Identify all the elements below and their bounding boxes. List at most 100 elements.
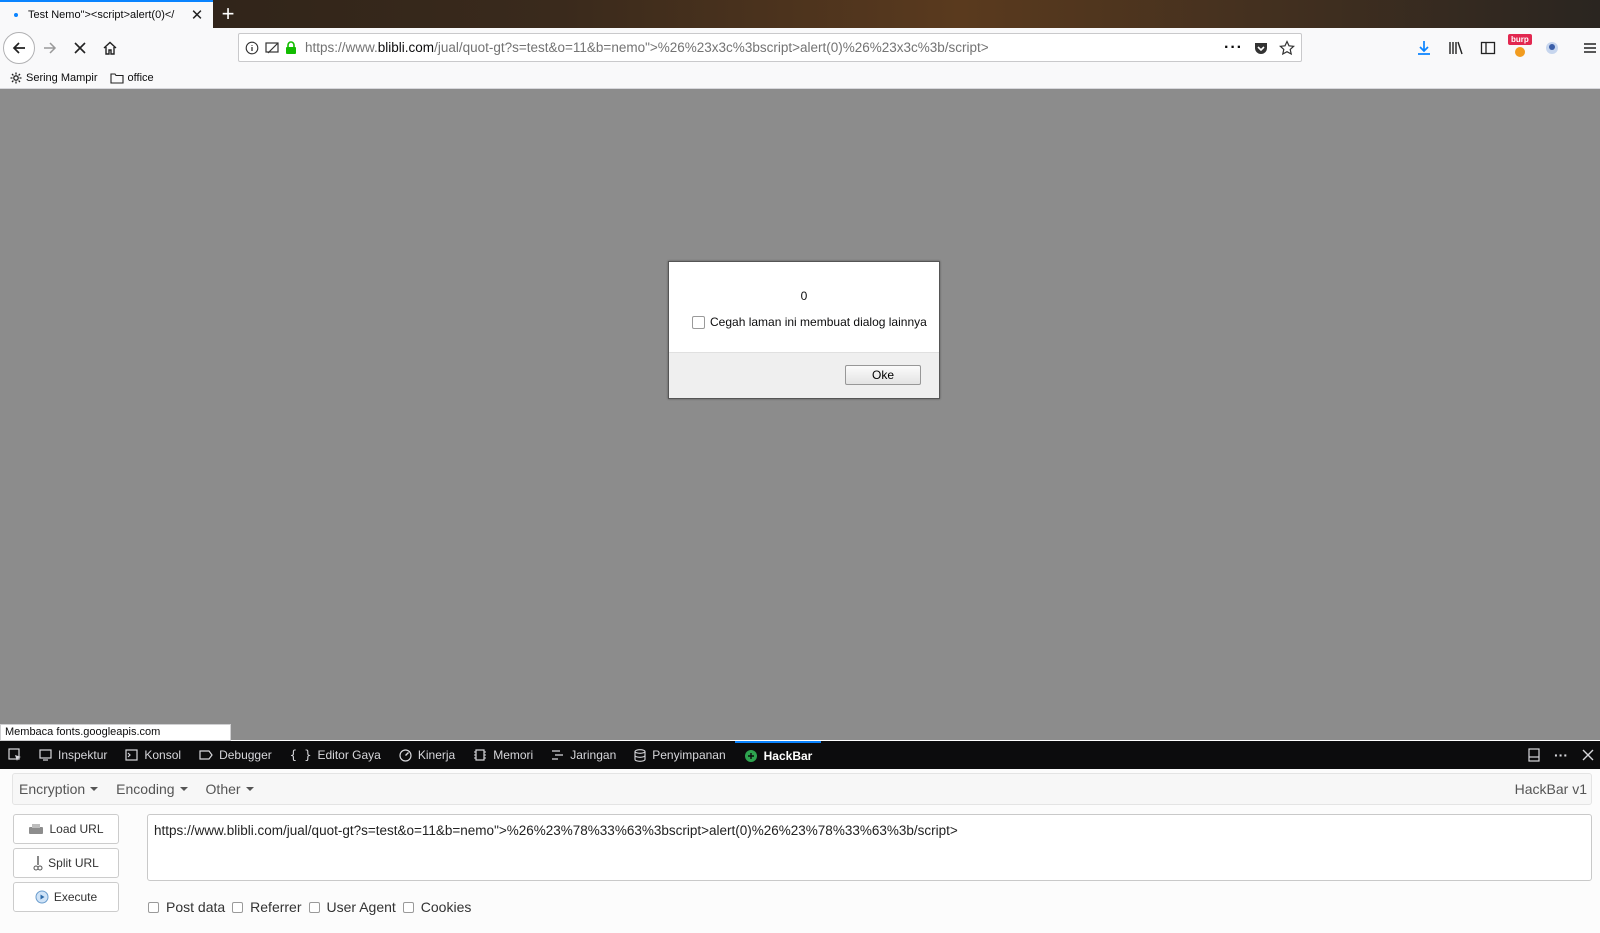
hamburger-menu-icon — [1584, 43, 1596, 53]
info-icon[interactable] — [245, 41, 259, 55]
navigation-toolbar: https://www.blibli.com/jual/quot-gt?s=te… — [0, 28, 1600, 68]
download-icon — [1418, 41, 1430, 55]
ok-button[interactable]: Oke — [845, 365, 921, 385]
tab-label: Konsol — [144, 748, 182, 762]
execute-button[interactable]: Execute — [13, 882, 119, 912]
tab-strip: Test Nemo"><script>alert(0)</ ✕ + — [0, 0, 1600, 28]
url-text[interactable]: https://www.blibli.com/jual/quot-gt?s=te… — [305, 40, 1224, 55]
encoding-menu[interactable]: Encoding — [116, 781, 188, 797]
storage-icon — [634, 748, 646, 762]
element-picker-icon — [8, 748, 21, 761]
hackbar-panel: Encryption Encoding Other HackBar v1 Loa… — [0, 769, 1600, 933]
tab-label: Jaringan — [570, 748, 617, 762]
home-button[interactable] — [95, 33, 125, 63]
stop-button[interactable] — [65, 33, 95, 63]
encryption-menu[interactable]: Encryption — [19, 781, 99, 797]
sidebar-button[interactable] — [1474, 34, 1502, 62]
user-agent-checkbox[interactable] — [308, 901, 320, 913]
burp-badge: burp — [1508, 34, 1532, 45]
tab-label: Memori — [493, 748, 534, 762]
tab-label: HackBar — [763, 749, 813, 763]
alert-message: 0 — [800, 289, 808, 303]
forward-arrow-icon — [44, 42, 57, 54]
menu-label: Encoding — [116, 781, 175, 797]
option-label: Referrer — [250, 899, 302, 915]
user-agent-option[interactable]: User Agent — [308, 899, 396, 915]
extension-button[interactable] — [1538, 34, 1566, 62]
page-content-overlay: 0 Cegah laman ini membuat dialog lainnya… — [0, 89, 1600, 740]
burp-icon — [1515, 47, 1525, 57]
element-picker-button[interactable] — [0, 748, 30, 762]
forward-button[interactable] — [35, 33, 65, 63]
hackbar-options: Post data Referrer User Agent Cookies — [148, 899, 478, 915]
prevent-dialogs-option[interactable]: Cegah laman ini membuat dialog lainnya — [692, 315, 939, 329]
play-icon — [35, 890, 49, 904]
button-label: Execute — [53, 890, 98, 904]
back-button[interactable] — [3, 32, 35, 64]
lock-icon[interactable] — [285, 40, 297, 55]
back-arrow-icon — [12, 42, 25, 54]
option-label: Cookies — [420, 899, 472, 915]
tab-style-editor[interactable]: { } Editor Gaya — [281, 741, 390, 769]
tab-debugger[interactable]: Debugger — [190, 741, 281, 769]
pocket-icon[interactable] — [1253, 41, 1269, 55]
devtools-more-icon[interactable]: ··· — [1554, 747, 1568, 763]
post-data-option[interactable]: Post data — [148, 899, 225, 915]
alert-footer: Oke — [669, 352, 939, 398]
tab-label: Inspektur — [58, 748, 108, 762]
url-prefix: https://www. — [305, 40, 378, 55]
downloads-button[interactable] — [1410, 34, 1438, 62]
bookmark-folder-office[interactable]: office — [109, 72, 154, 84]
performance-icon — [399, 748, 412, 762]
caret-down-icon — [179, 787, 188, 791]
permissions-icon[interactable] — [265, 41, 281, 55]
tab-network[interactable]: Jaringan — [542, 741, 625, 769]
tab-storage[interactable]: Penyimpanan — [625, 741, 734, 769]
menu-label: Encryption — [19, 781, 86, 797]
prevent-dialogs-label: Cegah laman ini membuat dialog lainnya — [710, 315, 927, 329]
burp-extension-button[interactable]: burp — [1506, 34, 1534, 62]
bookmarks-toolbar: Sering Mampir office — [0, 68, 1600, 89]
scissors-icon — [33, 856, 43, 871]
tab-active[interactable]: Test Nemo"><script>alert(0)</ ✕ — [0, 0, 213, 28]
close-devtools-icon[interactable] — [1582, 749, 1594, 761]
tab-performance[interactable]: Kinerja — [390, 741, 464, 769]
tab-memory[interactable]: Memori — [464, 741, 542, 769]
tab-hackbar[interactable]: HackBar — [734, 741, 822, 769]
tab-inspector[interactable]: Inspektur — [30, 741, 116, 769]
devtools-controls: ··· — [1528, 741, 1594, 769]
hackbar-url-input[interactable]: https://www.blibli.com/jual/quot-gt?s=te… — [147, 814, 1592, 881]
page-actions-icon[interactable]: ··· — [1224, 39, 1243, 57]
new-tab-button[interactable]: + — [213, 0, 243, 28]
menu-button[interactable] — [1576, 34, 1600, 62]
load-url-button[interactable]: Load URL — [13, 814, 119, 844]
tab-console[interactable]: Konsol — [116, 741, 190, 769]
hackbar-menu: Encryption Encoding Other HackBar v1 — [12, 773, 1592, 805]
split-url-button[interactable]: Split URL — [13, 848, 119, 878]
extension-icon — [1546, 42, 1558, 54]
debugger-icon — [199, 750, 213, 760]
devtools-toolbar: Inspektur Konsol Debugger { } Editor Gay… — [0, 741, 1600, 769]
hackbar-icon — [744, 750, 757, 762]
caret-down-icon — [245, 787, 254, 791]
bookmark-sering-mampir[interactable]: Sering Mampir — [10, 72, 98, 84]
folder-icon — [109, 73, 124, 84]
network-icon — [552, 750, 564, 760]
bookmark-star-icon[interactable] — [1279, 39, 1295, 56]
referrer-checkbox[interactable] — [232, 901, 244, 913]
close-tab-icon[interactable]: ✕ — [189, 6, 205, 24]
memory-icon — [474, 749, 487, 761]
cookies-checkbox[interactable] — [402, 901, 414, 913]
cookies-option[interactable]: Cookies — [402, 899, 472, 915]
bookmark-label: Sering Mampir — [26, 72, 98, 84]
tab-label: Penyimpanan — [652, 748, 726, 762]
other-menu[interactable]: Other — [206, 781, 254, 797]
referrer-option[interactable]: Referrer — [232, 899, 302, 915]
post-data-checkbox[interactable] — [148, 901, 159, 913]
prevent-dialogs-checkbox[interactable] — [692, 315, 705, 329]
url-bar[interactable]: https://www.blibli.com/jual/quot-gt?s=te… — [238, 33, 1302, 62]
library-button[interactable] — [1442, 34, 1470, 62]
tab-title: Test Nemo"><script>alert(0)</ — [28, 9, 175, 21]
dock-icon[interactable] — [1528, 748, 1540, 762]
inspector-icon — [39, 749, 52, 761]
